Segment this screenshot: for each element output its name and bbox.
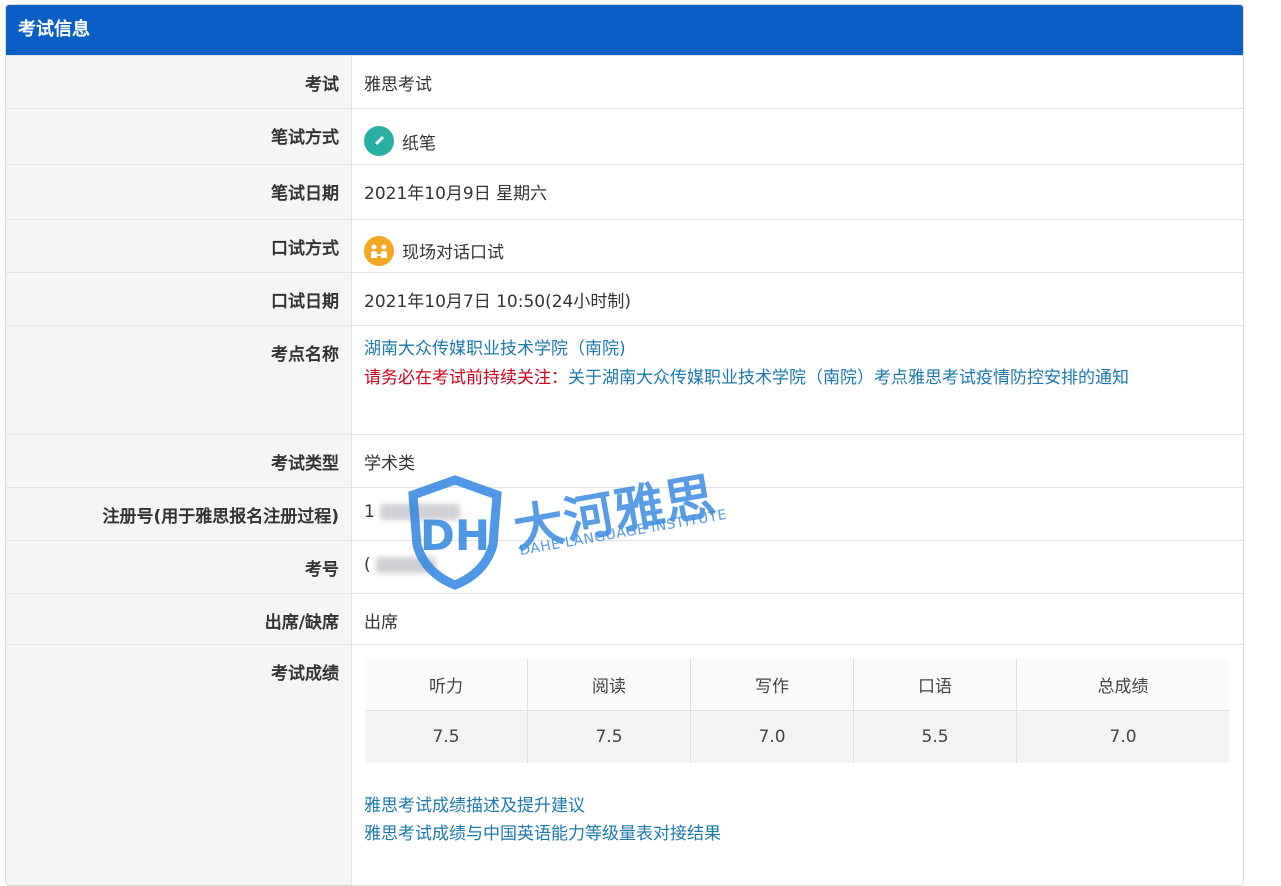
label-speaking-date: 口试日期 xyxy=(6,273,352,325)
value-registration-number-cell: 1 xyxy=(352,488,1243,540)
value-speaking-method-cell: 现场对话口试 xyxy=(352,220,1243,272)
label-attendance: 出席/缺席 xyxy=(6,594,352,644)
score-links: 雅思考试成绩描述及提升建议 雅思考试成绩与中国英语能力等级量表对接结果 xyxy=(364,792,1243,848)
value-registration-number: 1 xyxy=(364,502,375,522)
pencil-icon xyxy=(364,126,394,156)
notice-link[interactable]: 关于湖南大众传媒职业技术学院（南院）考点雅思考试疫情防控安排的通知 xyxy=(568,368,1129,388)
row-attendance: 出席/缺席 出席 xyxy=(6,593,1243,644)
scores-header-row: 听力 阅读 写作 口语 总成绩 xyxy=(365,658,1229,711)
score-listening: 7.5 xyxy=(365,710,529,763)
label-exam: 考试 xyxy=(6,56,352,108)
score-header-speaking: 口语 xyxy=(853,658,1018,711)
row-test-type: 考试类型 学术类 xyxy=(6,434,1243,487)
value-test-type: 学术类 xyxy=(364,454,415,474)
scores-value-row: 7.5 7.5 7.0 5.5 7.0 xyxy=(365,710,1229,763)
label-registration-number: 注册号(用于雅思报名注册过程) xyxy=(6,488,352,540)
conversation-icon xyxy=(364,235,394,266)
score-header-overall: 总成绩 xyxy=(1016,658,1229,711)
label-speaking-method: 口试方式 xyxy=(6,220,352,272)
row-scores: 考试成绩 听力 阅读 写作 口语 总成绩 7.5 7.5 7.0 5.5 7.0 xyxy=(6,644,1243,885)
exam-info-panel: 考试信息 考试 雅思考试 笔试方式 纸笔 笔试日期 2021年10月9日 星期六… xyxy=(5,4,1244,886)
label-written-method: 笔试方式 xyxy=(6,109,352,164)
label-written-date: 笔试日期 xyxy=(6,165,352,219)
redacted-candidate-number xyxy=(376,557,437,573)
score-header-listening: 听力 xyxy=(365,658,529,711)
value-attendance: 出席 xyxy=(364,613,398,633)
score-speaking: 5.5 xyxy=(853,710,1018,763)
value-written-method-cell: 纸笔 xyxy=(352,109,1243,164)
scores-table: 听力 阅读 写作 口语 总成绩 7.5 7.5 7.0 5.5 7.0 xyxy=(364,657,1230,764)
row-registration-number: 注册号(用于雅思报名注册过程) 1 xyxy=(6,487,1243,540)
value-speaking-date: 2021年10月7日 10:50(24小时制) xyxy=(364,292,632,312)
value-speaking-method: 现场对话口试 xyxy=(402,243,504,263)
test-centre-link[interactable]: 湖南大众传媒职业技术学院（南院) xyxy=(364,335,1233,364)
row-exam: 考试 雅思考试 xyxy=(6,55,1243,108)
value-written-date: 2021年10月9日 星期六 xyxy=(364,184,548,204)
cse-alignment-link[interactable]: 雅思考试成绩与中国英语能力等级量表对接结果 xyxy=(364,820,1243,848)
value-exam: 雅思考试 xyxy=(364,75,432,95)
label-test-type: 考试类型 xyxy=(6,435,352,487)
label-candidate-number: 考号 xyxy=(6,541,352,593)
label-scores: 考试成绩 xyxy=(6,645,352,885)
panel-title: 考试信息 xyxy=(6,5,1243,55)
redacted-registration xyxy=(380,504,461,520)
label-test-centre: 考点名称 xyxy=(6,326,352,434)
value-written-method: 纸笔 xyxy=(402,133,436,154)
score-reading: 7.5 xyxy=(527,710,692,763)
row-speaking-date: 口试日期 2021年10月7日 10:50(24小时制) xyxy=(6,272,1243,325)
value-test-centre-cell: 湖南大众传媒职业技术学院（南院) 请务必在考试前持续关注：关于湖南大众传媒职业技… xyxy=(352,326,1243,434)
score-writing: 7.0 xyxy=(690,710,855,763)
row-candidate-number: 考号 ( xyxy=(6,540,1243,593)
scores-cell: 听力 阅读 写作 口语 总成绩 7.5 7.5 7.0 5.5 7.0 雅思考试… xyxy=(352,645,1243,885)
notice-prefix: 请务必在考试前持续关注： xyxy=(364,368,568,388)
row-written-date: 笔试日期 2021年10月9日 星期六 xyxy=(6,164,1243,219)
score-header-reading: 阅读 xyxy=(527,658,692,711)
score-overall: 7.0 xyxy=(1016,710,1229,763)
value-candidate-number: ( xyxy=(364,555,371,575)
row-speaking-method: 口试方式 现场对话口试 xyxy=(6,219,1243,272)
row-written-method: 笔试方式 纸笔 xyxy=(6,108,1243,164)
value-candidate-number-cell: ( xyxy=(352,541,1243,593)
row-test-centre: 考点名称 湖南大众传媒职业技术学院（南院) 请务必在考试前持续关注：关于湖南大众… xyxy=(6,325,1243,434)
score-header-writing: 写作 xyxy=(690,658,855,711)
score-description-link[interactable]: 雅思考试成绩描述及提升建议 xyxy=(364,792,1243,820)
